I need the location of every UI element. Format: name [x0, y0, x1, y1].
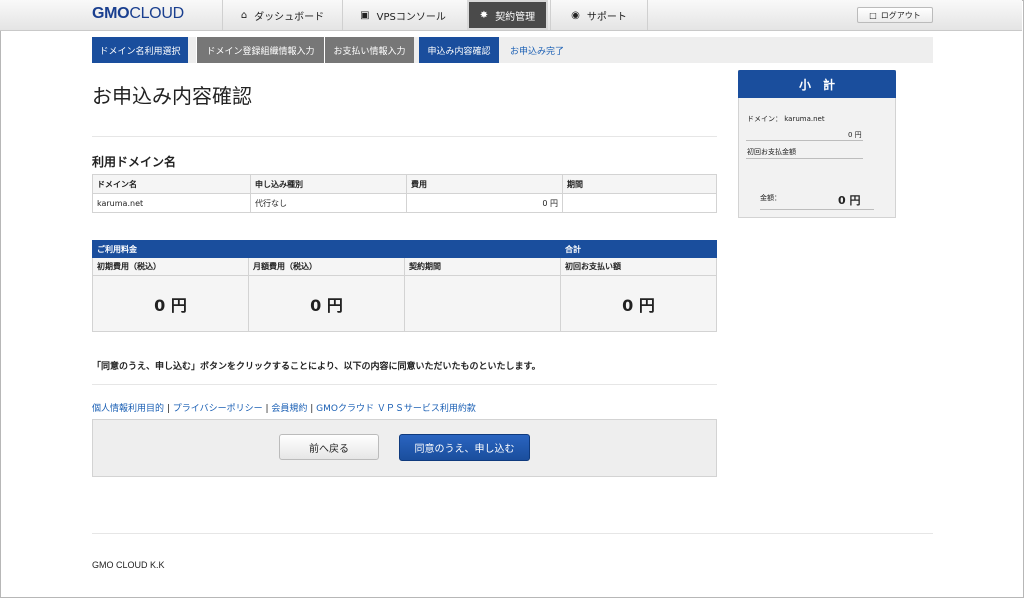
link-separator: | — [164, 404, 173, 414]
nav-tab-label: VPSコンソール — [376, 11, 446, 23]
agree-and-apply-button[interactable]: 同意のうえ、申し込む — [399, 434, 530, 461]
divider — [746, 158, 863, 159]
table-row: karuma.net 代行なし 0 円 — [92, 193, 717, 213]
member-terms-link[interactable]: 会員規約 — [271, 404, 307, 414]
fee-table-title-row: ご利用料金 合計 — [92, 240, 717, 258]
nav-tab-support[interactable]: ◉ サポート — [550, 0, 648, 30]
initial-fee-value: 0 円 — [92, 275, 249, 332]
divider — [92, 384, 717, 385]
step-registrant-info[interactable]: ドメイン登録組織情報入力 — [196, 37, 324, 63]
domain-name-cell: karuma.net — [92, 193, 251, 213]
subtotal-domain-value: karuma.net — [784, 115, 825, 123]
application-type-cell: 代行なし — [250, 193, 407, 213]
step-label: お申込み完了 — [509, 46, 564, 57]
divider — [746, 140, 863, 141]
subtotal-amount: 0 円 — [838, 194, 861, 207]
column-header: 初期費用（税込） — [92, 257, 249, 276]
step-indicator: ドメイン名利用選択 ドメイン登録組織情報入力 お支払い情報入力 申込み内容確認 … — [92, 37, 933, 63]
column-header: 契約期間 — [404, 257, 561, 276]
footer-copyright: GMO CLOUD K.K — [92, 560, 165, 570]
contract-period-value — [404, 275, 561, 332]
console-icon: ▣ — [360, 9, 370, 21]
table-header-row: ドメイン名 申し込み種別 費用 期間 — [92, 174, 717, 194]
nav-tab-dashboard[interactable]: ⌂ ダッシュボード — [222, 0, 342, 30]
nav-tab-vps-console[interactable]: ▣ VPSコンソール — [342, 0, 463, 30]
back-button[interactable]: 前へ戻る — [279, 434, 379, 460]
column-header: ドメイン名 — [92, 174, 251, 194]
step-confirm: 申込み内容確認 — [419, 37, 499, 63]
fee-table: ご利用料金 合計 初期費用（税込） 月額費用（税込） 契約期間 初回お支払い額 … — [92, 240, 717, 332]
usage-fee-title: ご利用料金 — [92, 240, 561, 258]
footer-divider — [92, 533, 933, 534]
top-navigation-bar: GMOCLOUD ⌂ ダッシュボード ▣ VPSコンソール ✸ 契約管理 ◉ サ… — [0, 0, 1022, 31]
page-title: お申込み内容確認 — [92, 84, 252, 108]
privacy-purpose-link[interactable]: 個人情報利用目的 — [92, 404, 164, 414]
privacy-policy-link[interactable]: プライバシーポリシー — [173, 404, 263, 414]
domain-section-title: 利用ドメイン名 — [92, 155, 177, 169]
step-complete: お申込み完了 — [502, 37, 572, 63]
column-header: 初回お支払い額 — [560, 257, 717, 276]
table-header-row: 初期費用（税込） 月額費用（税込） 契約期間 初回お支払い額 — [92, 257, 717, 276]
first-payment-label: 初回お支払金額 — [747, 148, 796, 156]
amount-label: 金額： — [760, 194, 781, 202]
step-payment-info[interactable]: お支払い情報入力 — [324, 37, 414, 63]
gmo-cloud-logo[interactable]: GMOCLOUD — [92, 5, 184, 23]
total-title: 合計 — [560, 240, 717, 258]
agreement-notice: 「同意のうえ、申し込む」ボタンをクリックすることにより、以下の内容に同意いただい… — [92, 362, 541, 372]
column-header: 月額費用（税込） — [248, 257, 405, 276]
table-row: 0 円 0 円 0 円 — [92, 275, 717, 332]
camera-icon: ◉ — [571, 9, 580, 21]
monthly-fee-value: 0 円 — [248, 275, 405, 332]
subtotal-domain-row: ドメイン： karuma.net — [747, 114, 825, 124]
column-header: 申し込み種別 — [250, 174, 407, 194]
subtotal-domain-label: ドメイン： — [747, 115, 782, 123]
lock-icon: □ — [869, 10, 877, 20]
gear-icon: ✸ — [479, 9, 489, 21]
vps-terms-link[interactable]: GMOクラウド ＶＰＳサービス利用約款 — [316, 404, 476, 414]
period-cell — [562, 193, 717, 213]
nav-tab-contract-management[interactable]: ✸ 契約管理 — [467, 0, 548, 30]
step-label: 申込み内容確認 — [427, 46, 491, 57]
column-header: 期間 — [562, 174, 717, 194]
step-label: ドメイン名利用選択 — [99, 46, 181, 57]
first-payment-value: 0 円 — [560, 275, 717, 332]
subtotal-domain-fee: 0 円 — [848, 131, 862, 139]
nav-tab-label: 契約管理 — [495, 11, 536, 23]
home-icon: ⌂ — [240, 9, 248, 21]
step-label: お支払い情報入力 — [333, 46, 406, 57]
nav-tab-label: ダッシュボード — [254, 11, 325, 23]
domain-table: ドメイン名 申し込み種別 費用 期間 karuma.net 代行なし 0 円 — [92, 174, 717, 213]
fee-cell: 0 円 — [406, 193, 563, 213]
step-label: ドメイン登録組織情報入力 — [206, 46, 315, 57]
divider — [760, 209, 874, 210]
step-domain-selection[interactable]: ドメイン名利用選択 — [92, 37, 188, 63]
subtotal-title: 小 計 — [738, 70, 896, 98]
divider — [92, 136, 717, 137]
link-separator: | — [307, 404, 317, 414]
logout-button[interactable]: □ ログアウト — [857, 7, 933, 23]
column-header: 費用 — [406, 174, 563, 194]
logout-label: ログアウト — [880, 10, 921, 20]
terms-links: 個人情報利用目的 | プライバシーポリシー | 会員規約 | GMOクラウド Ｖ… — [92, 401, 476, 414]
nav-tab-label: サポート — [586, 11, 627, 23]
